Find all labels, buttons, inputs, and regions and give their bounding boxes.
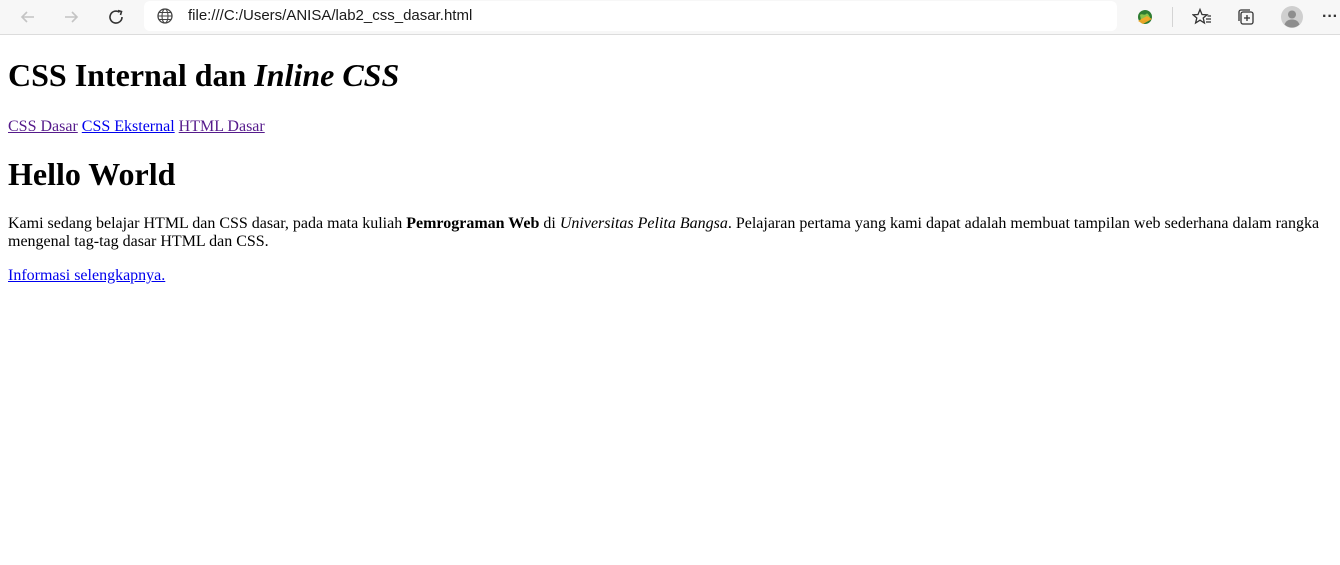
arrow-right-icon: [65, 11, 79, 23]
more-menu-icon[interactable]: ···: [1320, 2, 1340, 32]
para-text-1: Kami sedang belajar HTML dan CSS dasar, …: [8, 215, 407, 232]
extension-globe-icon: [1138, 10, 1152, 24]
extension-button[interactable]: [1130, 2, 1160, 32]
para-bold-text: Pemrograman Web: [406, 215, 540, 232]
nav-link-css-eksternal[interactable]: CSS Eksternal: [82, 118, 175, 135]
globe-icon: [157, 8, 173, 24]
collections-button[interactable]: [1231, 2, 1261, 32]
refresh-icon: [109, 9, 123, 24]
nav-links: CSS Dasar CSS Eksternal HTML Dasar: [8, 118, 1332, 136]
collections-icon: [1238, 9, 1254, 25]
page-title-text: CSS Internal dan: [8, 57, 255, 93]
nav-link-css-dasar[interactable]: CSS Dasar: [8, 118, 78, 135]
refresh-button[interactable]: [101, 2, 131, 32]
para-italic-text: Universitas Pelita Bangsa: [559, 215, 728, 232]
intro-paragraph: Kami sedang belajar HTML dan CSS dasar, …: [8, 215, 1332, 251]
page-content: CSS Internal dan Inline CSS CSS Dasar CS…: [8, 36, 1332, 285]
page-title: CSS Internal dan Inline CSS: [8, 57, 1332, 94]
forward-button[interactable]: [56, 2, 86, 32]
back-button[interactable]: [13, 2, 43, 32]
avatar-icon: [1281, 6, 1303, 28]
para-text-2: di: [539, 215, 560, 232]
url-text: file:///C:/Users/ANISA/lab2_css_dasar.ht…: [188, 7, 473, 24]
favorites-button[interactable]: [1187, 2, 1217, 32]
more-info-line: Informasi selengkapnya.: [8, 267, 1332, 285]
page-title-italic: Inline CSS: [254, 57, 400, 93]
address-bar[interactable]: file:///C:/Users/ANISA/lab2_css_dasar.ht…: [144, 1, 1117, 31]
toolbar-divider: [1172, 7, 1173, 27]
nav-link-html-dasar[interactable]: HTML Dasar: [179, 118, 265, 135]
profile-button[interactable]: [1277, 2, 1307, 32]
arrow-left-icon: [20, 11, 34, 23]
more-info-link[interactable]: Informasi selengkapnya.: [8, 267, 165, 284]
section-heading: Hello World: [8, 156, 176, 192]
browser-toolbar: file:///C:/Users/ANISA/lab2_css_dasar.ht…: [0, 0, 1340, 35]
favorites-star-icon: [1192, 7, 1211, 25]
